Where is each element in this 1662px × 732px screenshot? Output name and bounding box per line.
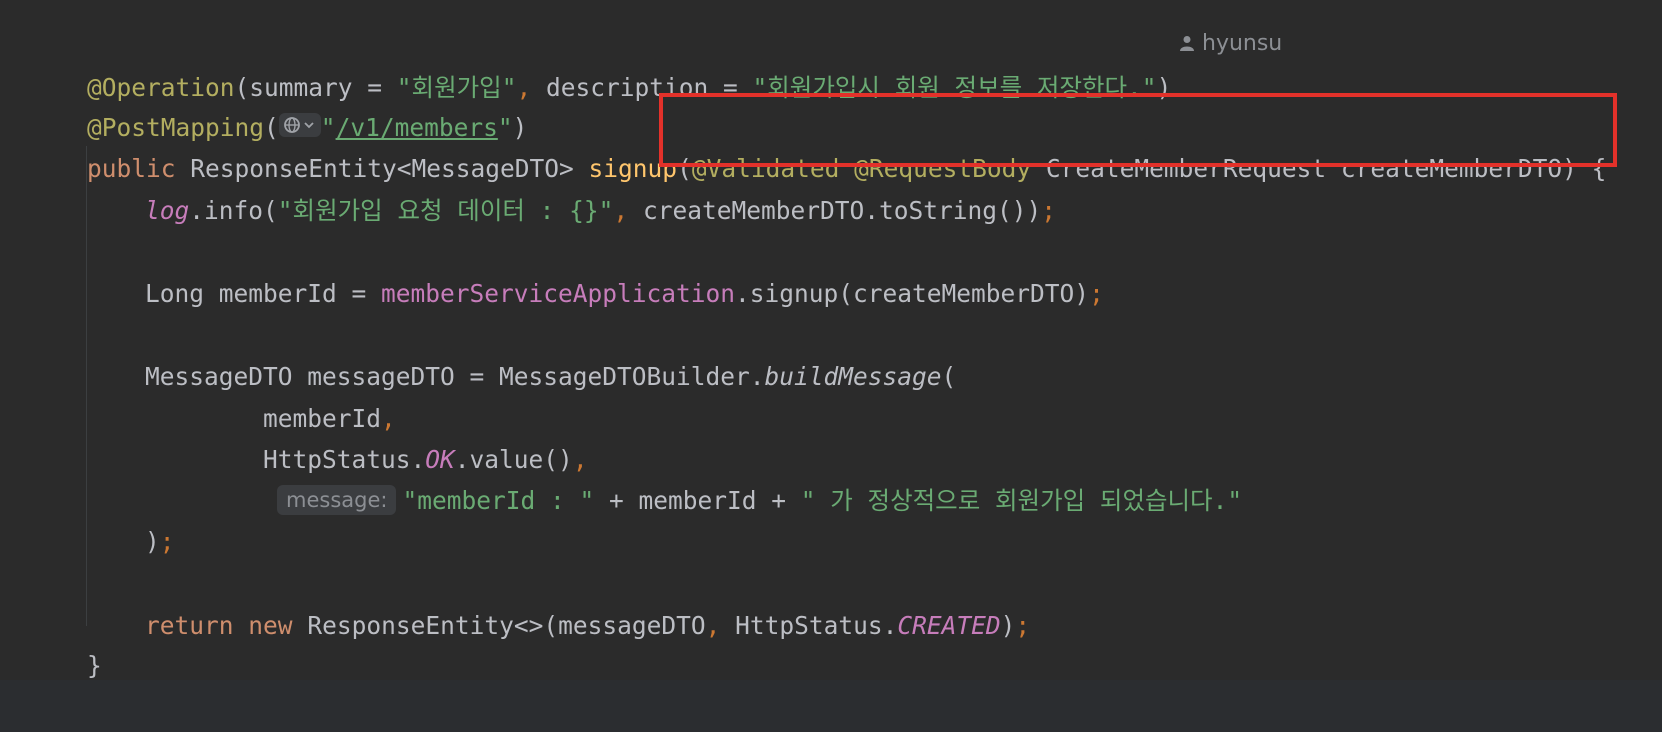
code-line-11[interactable]: message: "memberId : " + memberId + " 가 정…	[218, 435, 1242, 515]
code-text: + memberId +	[594, 486, 801, 515]
code-line-8[interactable]: MessageDTO messageDTO = MessageDTOBuilde…	[86, 311, 956, 391]
comma: ,	[705, 611, 721, 640]
highlight-box	[659, 93, 1617, 167]
comma: ,	[613, 196, 629, 225]
code-line-2[interactable]: @PostMapping("/v1/members")	[28, 62, 527, 142]
user-icon	[1180, 36, 1194, 51]
string-literal: "회원가입 요청 데이터 : {}"	[277, 196, 614, 225]
editor-bottom-strip	[0, 680, 1662, 710]
code-text: Long memberId =	[145, 279, 382, 308]
code-line-10[interactable]: HttpStatus.OK.value(),	[204, 394, 588, 474]
keyword-new: new	[248, 611, 293, 640]
semicolon: ;	[1015, 611, 1031, 640]
string-literal: " 가 정상적으로 회원가입 되었습니다."	[800, 486, 1243, 515]
semicolon: ;	[1041, 196, 1056, 225]
log-field: log	[145, 196, 190, 225]
code-text: (	[941, 362, 957, 391]
author-name: hyunsu	[1202, 31, 1283, 56]
code-line-12[interactable]: );	[86, 476, 175, 556]
code-line-15[interactable]: }	[28, 600, 102, 680]
code-text: HttpStatus.	[720, 611, 898, 640]
code-text: )	[145, 527, 160, 556]
code-line-9[interactable]: memberId,	[204, 353, 396, 433]
constant-created: CREATED	[897, 611, 1001, 640]
code-line-14[interactable]: return new ResponseEntity<>(messageDTO, …	[86, 560, 1030, 640]
author-hint[interactable]: hyunsu	[1180, 22, 1282, 66]
code-editor[interactable]: @Operation(summary = "회원가입", description…	[0, 0, 1662, 680]
parameter-hint: message:	[277, 485, 397, 515]
code-text: .signup(createMemberDTO)	[735, 279, 1090, 308]
keyword-return: return	[145, 611, 234, 640]
code-line-1[interactable]: @Operation(summary = "회원가입", description…	[28, 22, 1171, 102]
semicolon: ;	[159, 527, 175, 556]
closing-brace: }	[87, 651, 102, 680]
code-text: ResponseEntity<>(messageDTO	[292, 611, 706, 640]
code-text: .info(	[189, 196, 278, 225]
code-line-6[interactable]: Long memberId = memberServiceApplication…	[86, 228, 1104, 308]
semicolon: ;	[1089, 279, 1104, 308]
static-method: buildMessage	[764, 362, 942, 391]
field-reference: memberServiceApplication	[381, 279, 736, 308]
string-literal: "memberId : "	[402, 486, 595, 515]
code-text: )	[1000, 611, 1016, 640]
code-text: createMemberDTO.toString())	[628, 196, 1042, 225]
